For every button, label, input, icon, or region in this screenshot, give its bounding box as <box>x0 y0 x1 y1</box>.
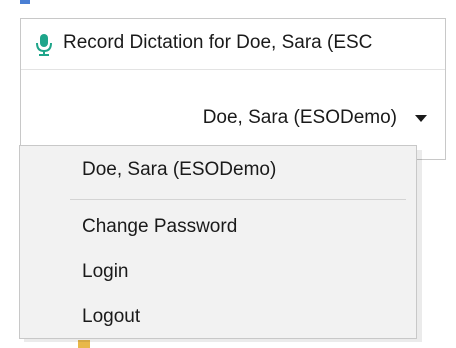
folder-icon <box>20 0 30 4</box>
window-title: Record Dictation for Doe, Sara (ESC <box>63 32 373 53</box>
menu-item-label: Change Password <box>82 216 238 237</box>
menu-item-label: Login <box>82 261 129 282</box>
menu-item-label: Doe, Sara (ESODemo) <box>82 159 277 180</box>
user-dropdown-value: Doe, Sara (ESODemo) <box>202 107 397 128</box>
user-menu: Doe, Sara (ESODemo) Change Password Logi… <box>19 145 417 339</box>
user-dropdown[interactable]: Doe, Sara (ESODemo) <box>131 103 431 133</box>
menu-item-change-password[interactable]: Change Password <box>20 209 416 245</box>
menu-item-logout[interactable]: Logout <box>20 299 416 335</box>
title-bar: Record Dictation for Doe, Sara (ESC <box>21 19 445 70</box>
record-dictation-dialog: Record Dictation for Doe, Sara (ESC Doe,… <box>20 18 446 160</box>
menu-item-label: Logout <box>82 306 141 327</box>
microphone-icon <box>36 34 52 56</box>
menu-item-current-user[interactable]: Doe, Sara (ESODemo) <box>20 152 416 188</box>
menu-item-login[interactable]: Login <box>20 254 416 290</box>
chevron-down-icon[interactable] <box>415 115 427 122</box>
menu-separator <box>70 199 406 200</box>
